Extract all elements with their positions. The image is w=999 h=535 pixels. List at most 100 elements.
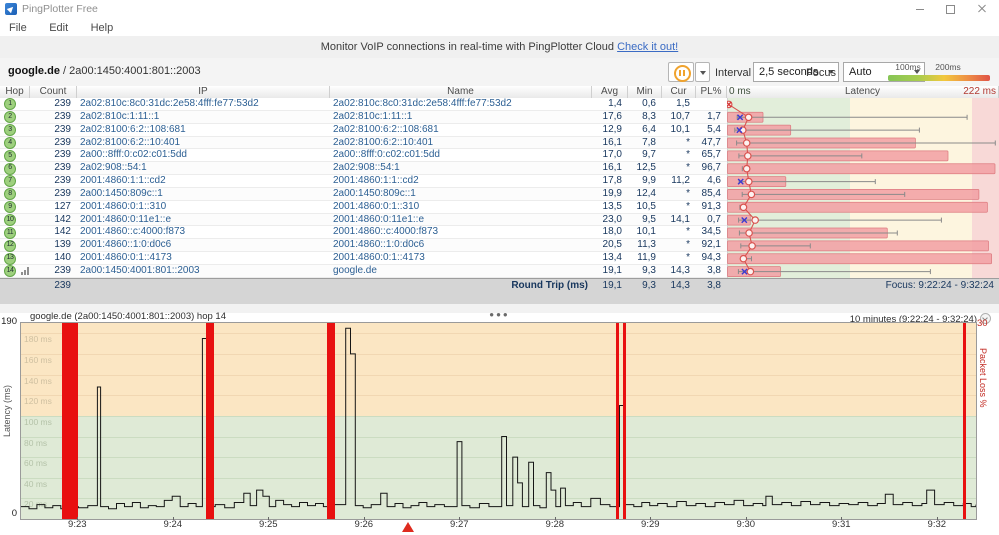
window-title: PingPlotter Free — [22, 3, 98, 15]
count-cell: 239 — [54, 187, 71, 199]
table-row[interactable]: 5 239 2a00::8fff:0:c02:c01:5dd 2a00::8fff:0… — [0, 149, 999, 163]
cur-cell: * — [686, 162, 690, 174]
table-row[interactable]: 13 140 2001:4860:0:1::4173 2001:4860:0:1::4… — [0, 252, 999, 265]
count-cell: 142 — [54, 213, 71, 225]
table-row[interactable]: 8 239 2a00:1450:809c::1 2a00:1450:809c::1 19… — [0, 187, 999, 201]
latency-cell — [727, 98, 999, 111]
table-row[interactable]: 14 239 2a00:1450:4001:801::2003 google.de 19… — [0, 264, 999, 278]
name-cell: 2001:4860:1:1::cd2 — [333, 175, 419, 187]
hop-cell: 10 — [0, 214, 30, 227]
x-tick-label: 9:24 — [163, 517, 183, 530]
name-cell: 2a00::8fff:0:c02:c01:5dd — [333, 149, 440, 161]
avg-cell: 13,5 — [602, 200, 622, 212]
total-min: 9,3 — [642, 280, 656, 291]
table-row[interactable]: 4 239 2a02:8100:6:2::10:401 2a02:8100:6:2::… — [0, 136, 999, 150]
promo-text: Monitor VoIP connections in real-time wi… — [320, 41, 615, 53]
total-cur: 14,3 — [670, 280, 690, 291]
table-row[interactable]: 3 239 2a02:8100:6:2::108:681 2a02:8100:6:2:… — [0, 123, 999, 137]
menu-edit[interactable]: Edit — [40, 20, 77, 36]
min-cell: 7,8 — [642, 136, 656, 148]
close-button[interactable] — [967, 0, 997, 18]
latency-cell — [727, 239, 999, 253]
menu-file[interactable]: File — [0, 20, 36, 36]
count-cell: 127 — [54, 200, 71, 212]
min-cell: 12,5 — [636, 162, 656, 174]
cur-cell: 14,3 — [670, 264, 690, 276]
packet-loss-bar — [622, 323, 626, 519]
promo-link[interactable]: Check it out! — [617, 41, 678, 53]
min-cell: 0,6 — [642, 98, 656, 109]
latency-cell — [727, 162, 999, 176]
x-tick-label: 9:30 — [736, 517, 756, 530]
name-cell: 2a02:810c:1:11::1 — [333, 110, 413, 122]
latency-cell — [727, 252, 999, 265]
table-row[interactable]: 10 142 2001:4860:0:11e1::e 2001:4860:0:11e1… — [0, 213, 999, 227]
latency-cell — [727, 175, 999, 188]
hop-badge: 5 — [4, 149, 16, 162]
latency-legend-gradient — [888, 75, 990, 81]
hop-cell: 2 — [0, 111, 30, 124]
cur-cell: * — [686, 136, 690, 148]
maximize-button[interactable] — [935, 0, 965, 18]
avg-cell: 19,1 — [602, 264, 622, 276]
hop-badge: 9 — [4, 201, 16, 214]
timeline-title: google.de (2a00:1450:4001:801::2003) hop… — [30, 311, 226, 322]
latency-cell — [727, 110, 999, 124]
table-row[interactable]: 7 239 2001:4860:1:1::cd2 2001:4860:1:1::cd2… — [0, 175, 999, 188]
cur-cell: 10,1 — [670, 123, 690, 135]
table-row[interactable]: 11 142 2001:4860::c:4000:f873 2001:4860::c:… — [0, 226, 999, 240]
packet-loss-bar — [963, 323, 967, 519]
hop-cell: 9 — [0, 201, 30, 214]
table-row[interactable]: 12 139 2001:4860::1:0:d0c6 2001:4860::1:0:d… — [0, 239, 999, 253]
right-axis-title: Packet Loss % — [978, 348, 988, 408]
y-axis-max: 190 — [1, 316, 17, 327]
count-cell: 139 — [54, 239, 71, 251]
pause-dropdown-button[interactable] — [695, 62, 710, 82]
table-row[interactable]: 1 239 2a02:810c:8c0:31dc:2e58:4fff:fe77:53… — [0, 98, 999, 111]
min-cell: 8,3 — [642, 110, 656, 122]
ip-cell: 2001:4860:0:1::4173 — [80, 252, 172, 264]
name-cell: 2a02:908::54:1 — [333, 162, 400, 174]
pingplotter-logo-icon — [5, 3, 17, 15]
x-tick-label: 9:32 — [927, 517, 947, 530]
count-cell: 239 — [54, 175, 71, 187]
table-row[interactable]: 6 239 2a02:908::54:1 2a02:908::54:1 16,1 12,5… — [0, 162, 999, 176]
pl-cell: 5,4 — [707, 123, 721, 135]
x-tick-label: 9:27 — [450, 517, 469, 530]
hop-cell: 8 — [0, 188, 30, 201]
hop-badge: 2 — [4, 111, 16, 124]
min-cell: 10,1 — [636, 226, 656, 238]
hop-badge: 14 — [4, 265, 16, 278]
name-cell: 2a02:810c:8c0:31dc:2e58:4fff:fe77:53d2 — [333, 98, 512, 109]
count-cell: 239 — [54, 123, 71, 135]
x-tick-label: 9:26 — [354, 517, 374, 530]
ip-cell: 2a00::8fff:0:c02:c01:5dd — [80, 149, 187, 161]
minimize-button[interactable] — [905, 0, 935, 18]
table-row[interactable]: 9 127 2001:4860:0:1::310 2001:4860:0:1::310… — [0, 200, 999, 214]
ip-cell: 2001:4860::1:0:d0c6 — [80, 239, 172, 251]
focus-marker-icon[interactable] — [402, 522, 415, 532]
x-tick-label: 9:31 — [832, 517, 851, 530]
ip-cell: 2a02:908::54:1 — [80, 162, 147, 174]
target-host: google.de — [8, 65, 60, 77]
round-trip-label: Round Trip (ms) — [511, 280, 588, 291]
focus-label: Focus — [806, 67, 836, 79]
table-row[interactable]: 2 239 2a02:810c:1:11::1 2a02:810c:1:11::1 17… — [0, 110, 999, 124]
pause-button[interactable] — [668, 62, 694, 82]
hop-badge: 4 — [4, 136, 16, 149]
target-bar: google.de / 2a00:1450:4001:801::2003 Int… — [0, 58, 999, 87]
latency-cell — [727, 213, 999, 227]
hop-badge: 1 — [4, 98, 16, 111]
avg-cell: 17,0 — [602, 149, 622, 161]
menu-help[interactable]: Help — [82, 20, 123, 36]
timeline-plot[interactable]: 180 ms 160 ms 140 ms 120 ms 100 ms 80 ms 60 ms… — [20, 322, 977, 520]
min-cell: 11,9 — [637, 252, 656, 264]
ip-cell: 2001:4860::c:4000:f873 — [80, 226, 186, 238]
ip-cell: 2001:4860:1:1::cd2 — [80, 175, 166, 187]
packet-loss-bar — [205, 323, 214, 519]
hop-badge: 3 — [4, 124, 16, 137]
cur-cell: * — [686, 226, 690, 238]
latency-cell — [727, 149, 999, 163]
avg-cell: 1,4 — [608, 98, 622, 109]
name-cell: 2a02:8100:6:2::10:401 — [333, 136, 434, 148]
